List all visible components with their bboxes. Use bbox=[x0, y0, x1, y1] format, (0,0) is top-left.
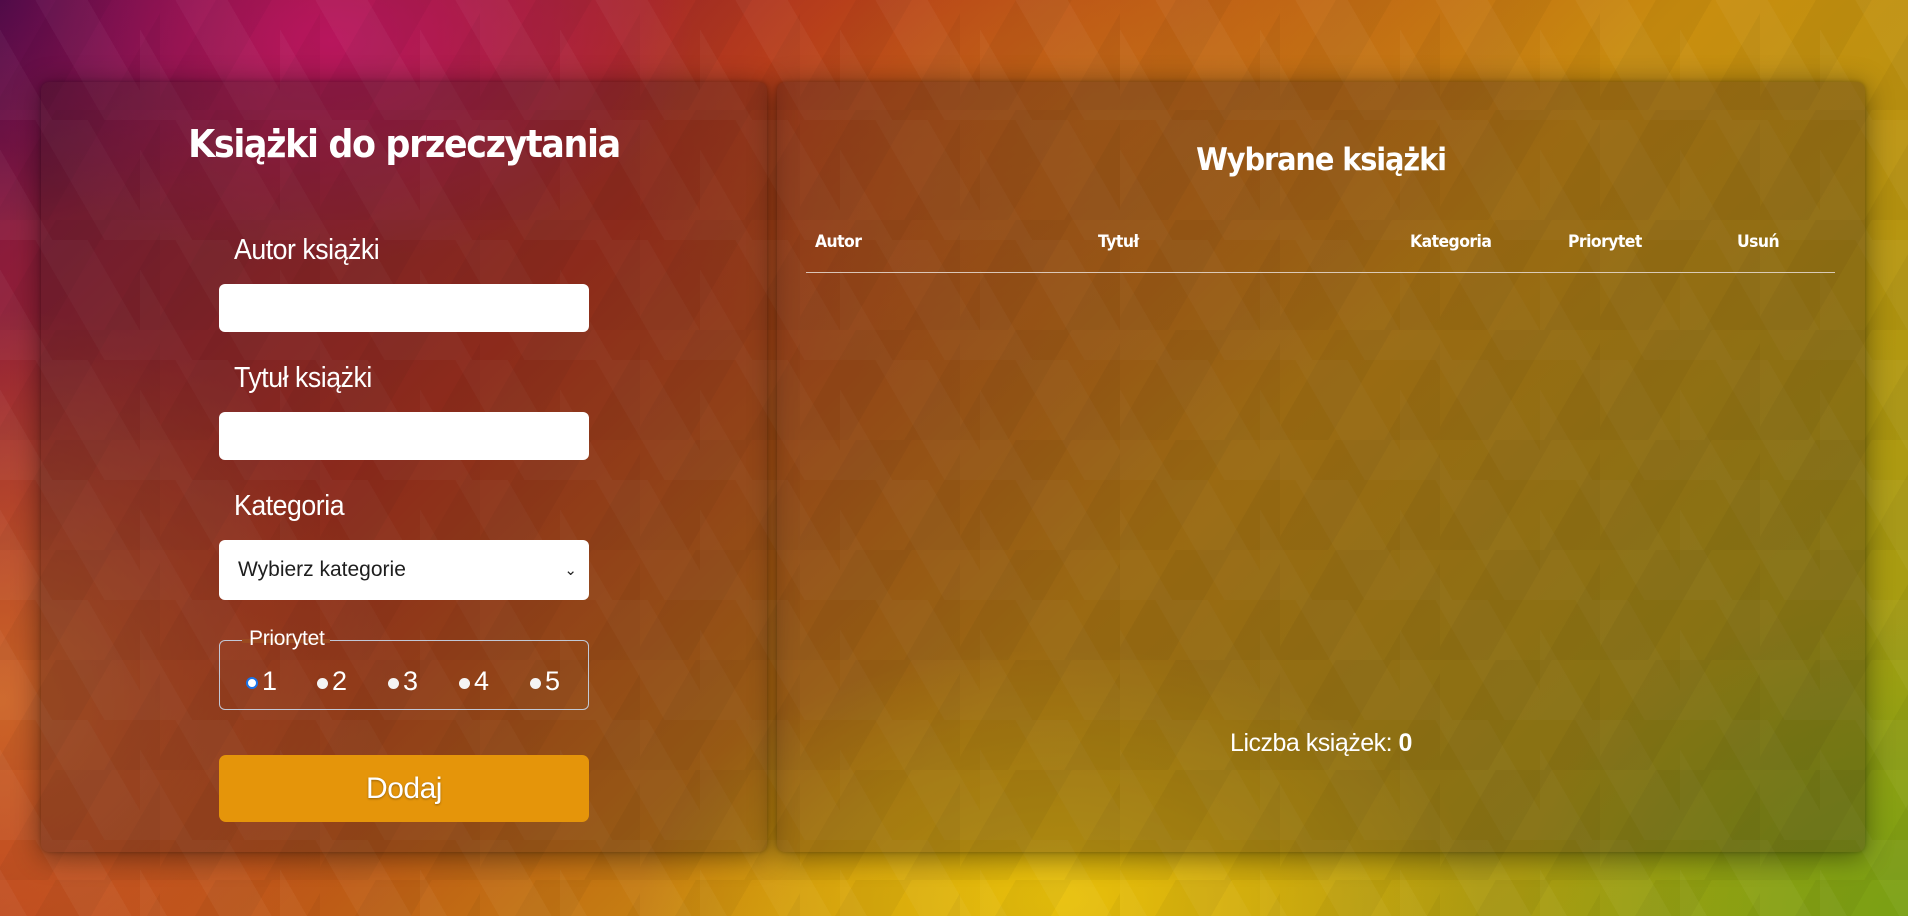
title-input[interactable] bbox=[219, 412, 589, 460]
column-header-author: Autor bbox=[815, 232, 862, 252]
column-header-priority: Priorytet bbox=[1568, 232, 1642, 252]
priority-option-label: 3 bbox=[403, 666, 419, 696]
author-label: Autor książki bbox=[234, 234, 380, 266]
book-form-panel: Książki do przeczytania Autor książki Ty… bbox=[41, 82, 767, 852]
priority-option-label: 4 bbox=[474, 666, 490, 696]
radio-button[interactable] bbox=[388, 677, 399, 689]
radio-button[interactable] bbox=[317, 677, 328, 689]
priority-option-label: 1 bbox=[262, 666, 278, 696]
priority-fieldset: Priorytet 1 2 3 4 5 bbox=[219, 627, 589, 710]
priority-option-label: 5 bbox=[545, 666, 561, 696]
book-list-panel: Wybrane książki Autor Tytuł Kategoria Pr… bbox=[777, 82, 1865, 852]
book-count-label: Liczba książek: bbox=[1230, 729, 1393, 757]
radio-button[interactable] bbox=[459, 677, 470, 689]
priority-option-4[interactable]: 4 bbox=[459, 665, 530, 697]
chevron-down-icon: ⌄ bbox=[564, 561, 577, 579]
priority-radio-group: 1 2 3 4 5 bbox=[246, 665, 601, 697]
priority-option-1[interactable]: 1 bbox=[246, 665, 317, 697]
add-button[interactable]: Dodaj bbox=[219, 755, 589, 822]
radio-button-selected[interactable] bbox=[246, 677, 258, 689]
priority-legend: Priorytet bbox=[249, 627, 325, 650]
column-header-title: Tytuł bbox=[1098, 232, 1139, 252]
priority-option-label: 2 bbox=[332, 666, 348, 696]
author-input[interactable] bbox=[219, 284, 589, 332]
category-select[interactable]: Wybierz kategorie ⌄ bbox=[219, 540, 589, 600]
title-label: Tytuł książki bbox=[234, 362, 372, 394]
column-header-delete: Usuń bbox=[1737, 232, 1780, 252]
priority-option-5[interactable]: 5 bbox=[530, 665, 601, 697]
radio-button[interactable] bbox=[530, 677, 541, 689]
priority-option-2[interactable]: 2 bbox=[317, 665, 388, 697]
table-header: Autor Tytuł Kategoria Priorytet Usuń bbox=[806, 232, 1835, 273]
book-count: Liczba książek: 0 bbox=[777, 729, 1865, 758]
book-count-value: 0 bbox=[1398, 729, 1413, 757]
form-title: Książki do przeczytania bbox=[188, 122, 621, 166]
column-header-category: Kategoria bbox=[1410, 232, 1492, 252]
list-title: Wybrane książki bbox=[1196, 142, 1447, 178]
category-label: Kategoria bbox=[234, 490, 345, 522]
category-select-value: Wybierz kategorie bbox=[238, 558, 406, 581]
priority-option-3[interactable]: 3 bbox=[388, 665, 459, 697]
